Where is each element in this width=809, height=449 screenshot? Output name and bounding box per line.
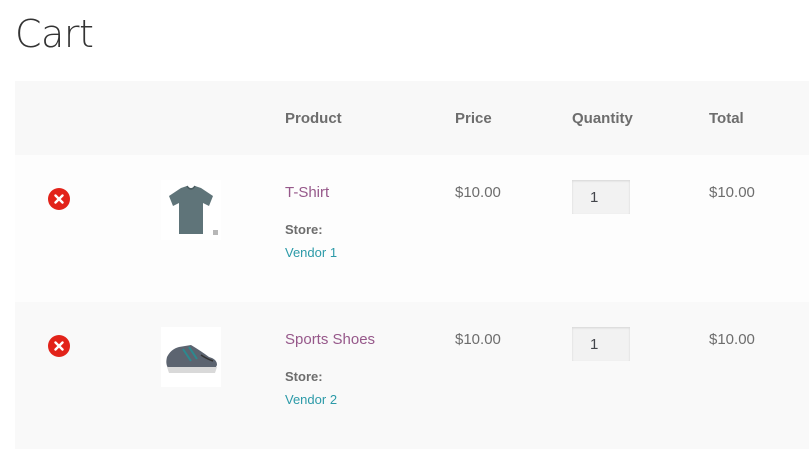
header-quantity: Quantity	[572, 81, 709, 155]
cart-table: Product Price Quantity Total T-Shirt Sto…	[15, 81, 809, 449]
vendor-link[interactable]: Vendor 1	[285, 245, 455, 260]
header-thumbnail	[161, 81, 285, 155]
close-icon	[54, 194, 64, 204]
header-price: Price	[455, 81, 572, 155]
item-price: $10.00	[455, 331, 501, 348]
shoe-thumbnail-icon[interactable]	[161, 327, 221, 387]
header-total: Total	[709, 81, 809, 155]
store-label: Store:	[285, 222, 323, 237]
table-header-row: Product Price Quantity Total	[15, 81, 809, 155]
item-total: $10.00	[709, 184, 755, 201]
remove-item-button[interactable]	[48, 188, 70, 210]
product-link[interactable]: T-Shirt	[285, 184, 455, 201]
quantity-input[interactable]	[572, 180, 630, 214]
table-row: Sports Shoes Store: Vendor 2 $10.00 $10.…	[15, 302, 809, 449]
remove-item-button[interactable]	[48, 335, 70, 357]
tshirt-thumbnail-icon[interactable]	[161, 180, 221, 240]
close-icon	[54, 341, 64, 351]
item-price: $10.00	[455, 184, 501, 201]
store-label: Store:	[285, 369, 323, 384]
quantity-input[interactable]	[572, 327, 630, 361]
header-remove	[15, 81, 161, 155]
item-total: $10.00	[709, 331, 755, 348]
vendor-link[interactable]: Vendor 2	[285, 392, 455, 407]
header-product: Product	[285, 81, 455, 155]
table-row: T-Shirt Store: Vendor 1 $10.00 $10.00	[15, 155, 809, 302]
page-title: Cart	[15, 12, 94, 56]
product-link[interactable]: Sports Shoes	[285, 331, 455, 348]
